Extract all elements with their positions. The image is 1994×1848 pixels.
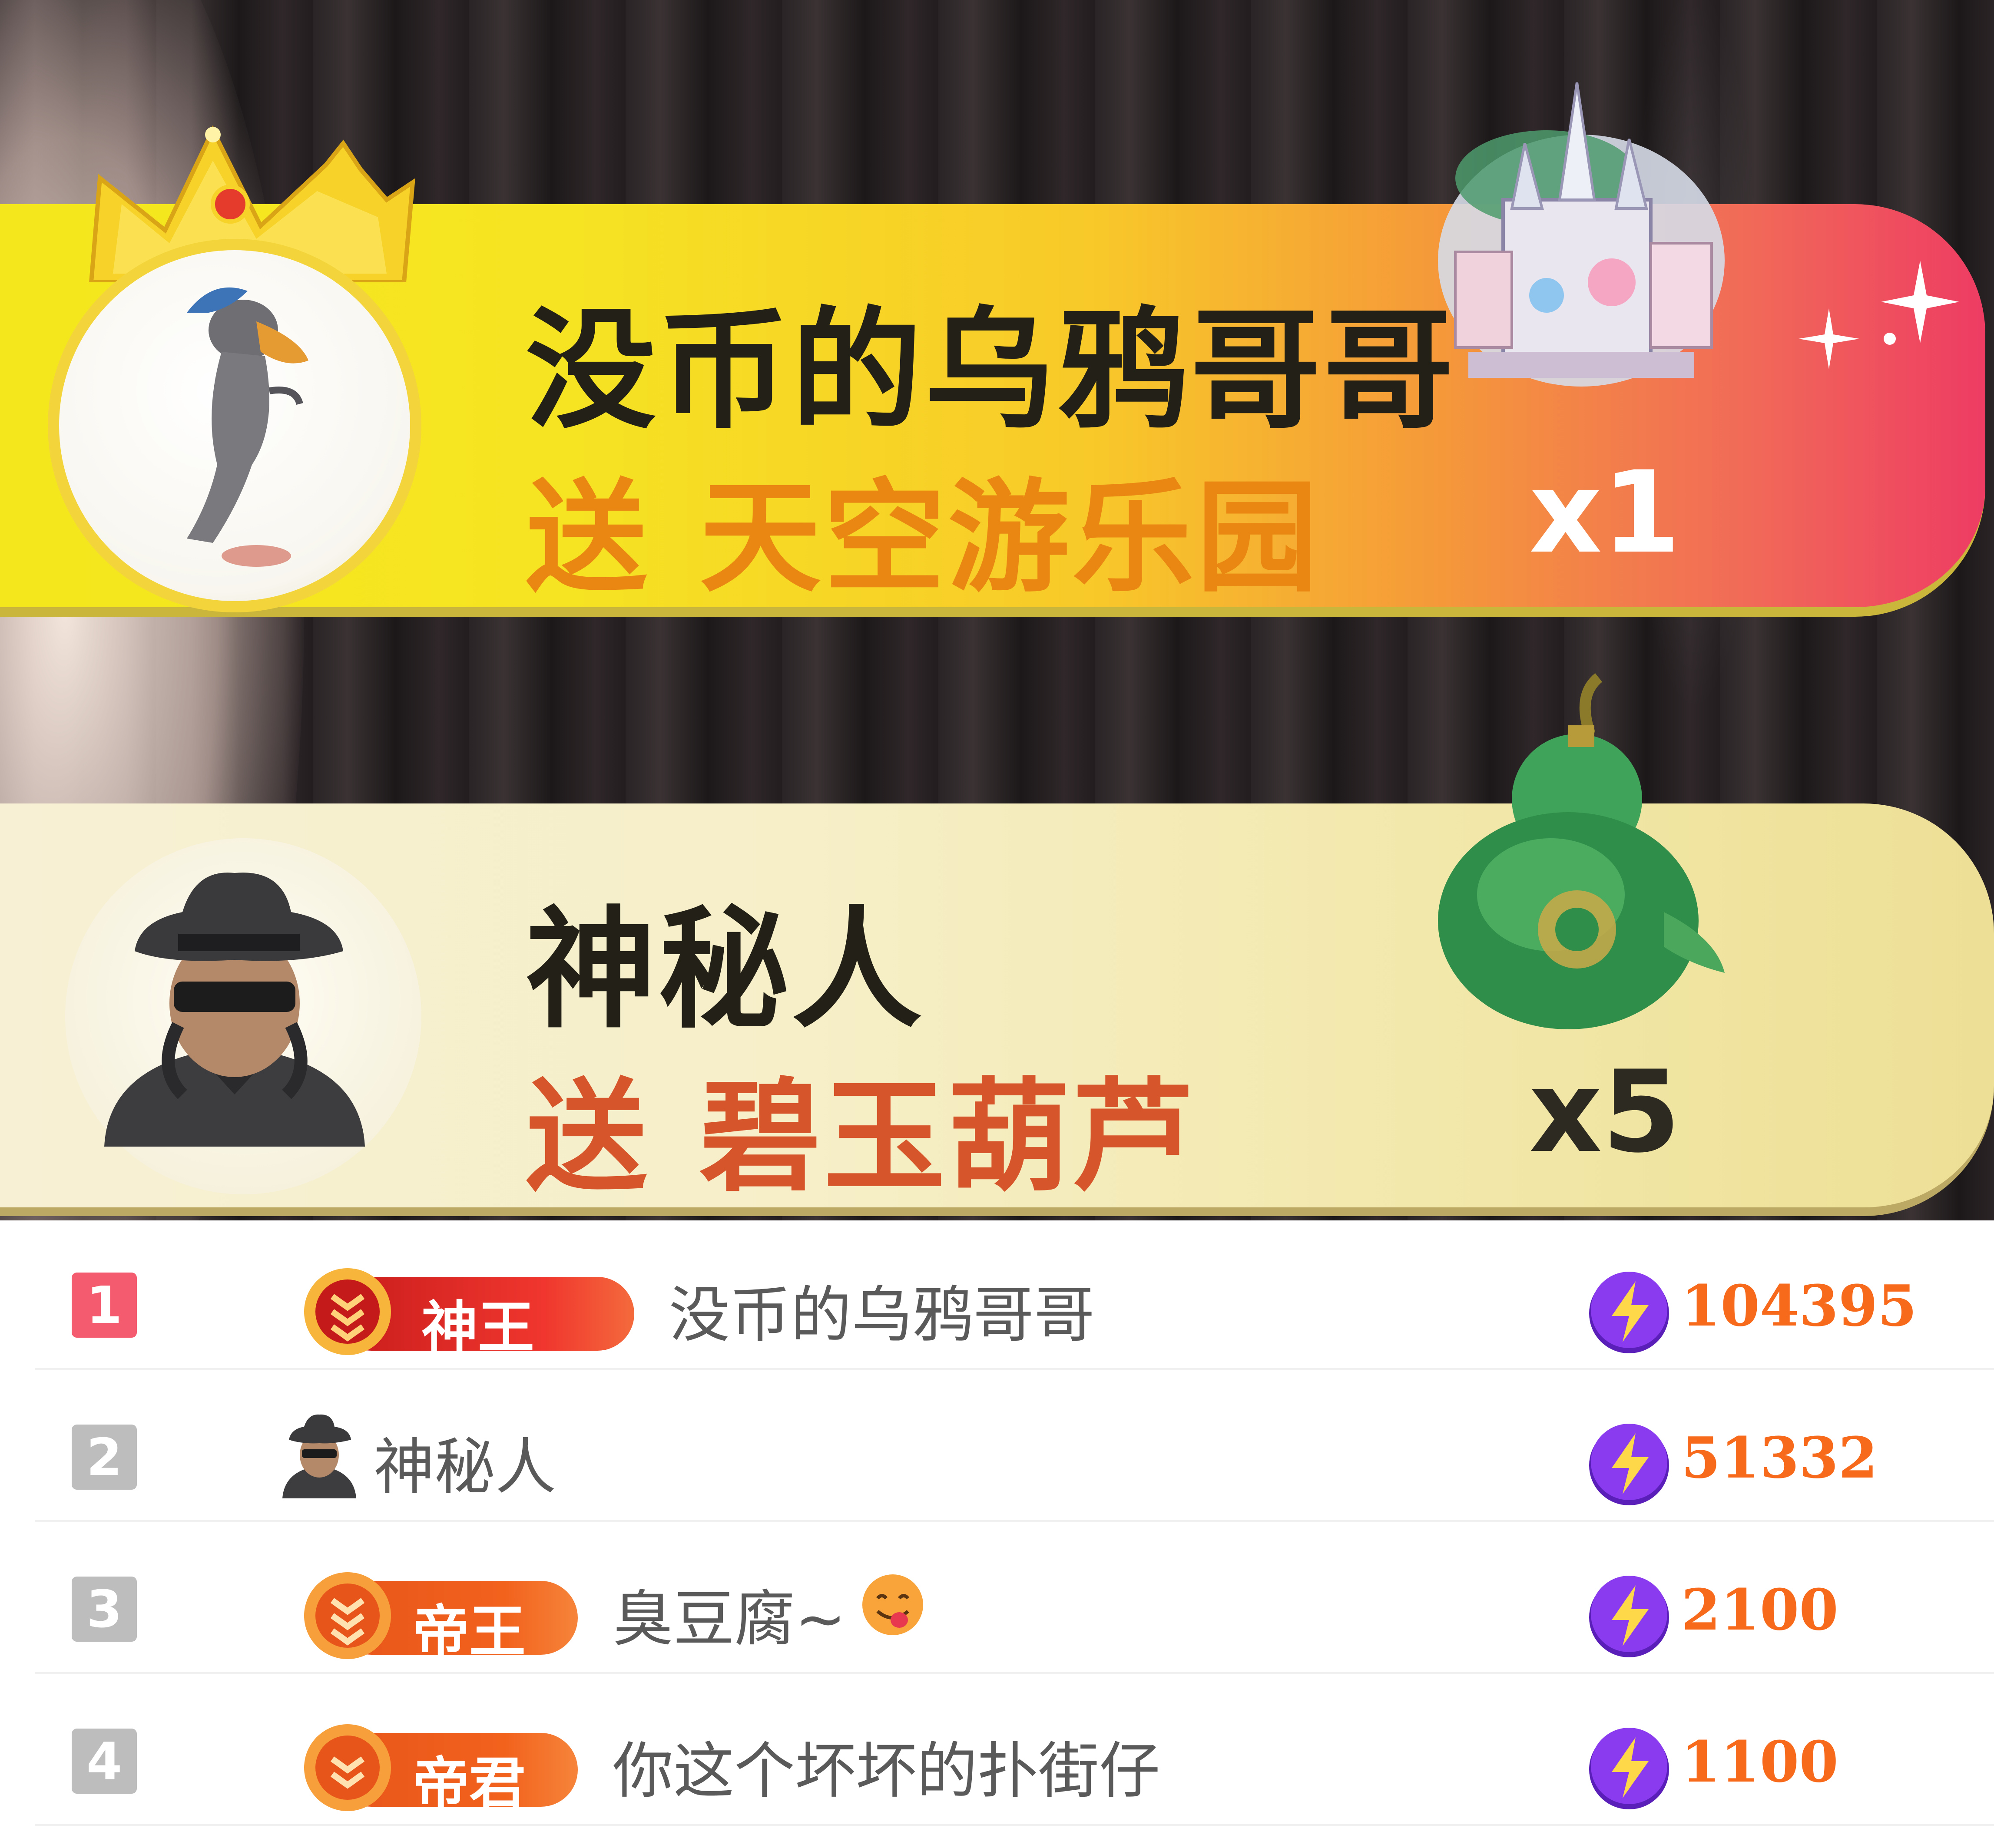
lightning-coin-icon — [1589, 1728, 1669, 1809]
gift-name: 天空游乐园 — [699, 467, 1321, 609]
rank-number: 3 — [72, 1577, 137, 1642]
sky-castle-gift-icon — [1438, 82, 1725, 387]
gift-action-label: 送 — [526, 1067, 650, 1208]
ranking-row-1[interactable]: 1 神王 没币的乌鸦哥哥 104395 — [35, 1220, 1994, 1370]
user-name: 神秘人 — [374, 1432, 556, 1503]
rank-number: 1 — [72, 1273, 137, 1338]
ranking-row-4[interactable]: 4 帝君 你这个坏坏的扑街仔 1100 — [35, 1676, 1994, 1826]
badge-label: 帝王 — [413, 1599, 526, 1665]
gift-name: 碧玉葫芦 — [699, 1067, 1196, 1208]
lightning-coin-icon — [1589, 1576, 1669, 1657]
gift-sender-name: 神秘人 — [526, 894, 924, 1046]
lightning-coin-icon — [1589, 1272, 1669, 1353]
lightning-coin-icon — [1589, 1424, 1669, 1505]
medal-icon — [304, 1268, 391, 1355]
user-level-badge: 神王 — [282, 1260, 652, 1361]
jade-gourd-gift-icon — [1438, 673, 1725, 1029]
contribution-score: 1100 — [1681, 1729, 1838, 1795]
user-name: 你这个坏坏的扑街仔 — [613, 1736, 1160, 1807]
user-level-badge: 帝王 — [282, 1564, 630, 1665]
user-name: 没币的乌鸦哥哥 — [669, 1280, 1095, 1351]
gift-notification-area: 没币的乌鸦哥哥 送 天空游乐园 x1 神秘人 送 碧玉葫芦 x5 — [0, 0, 1994, 1220]
contribution-ranking-list: 1 神王 没币的乌鸦哥哥 104395 2 神秘人 51332 3 帝王 臭豆腐… — [0, 1220, 1994, 1848]
user-name: 臭豆腐~ — [613, 1584, 846, 1655]
ranking-row-2[interactable]: 2 神秘人 51332 — [35, 1372, 1994, 1522]
user-level-badge: 帝君 — [282, 1716, 630, 1817]
badge-label: 帝君 — [413, 1751, 526, 1817]
mystery-person-avatar-icon — [104, 873, 365, 1147]
gift-count: x5 — [1529, 1047, 1681, 1178]
sparkle-icon — [1799, 261, 1959, 369]
ranking-row-3[interactable]: 3 帝王 臭豆腐~ 2100 — [35, 1524, 1994, 1674]
mystery-person-icon — [282, 1414, 356, 1498]
badge-label: 神王 — [421, 1295, 535, 1361]
contribution-score: 2100 — [1681, 1577, 1838, 1643]
rank-number: 2 — [72, 1425, 137, 1490]
live-gift-screen: 没币的乌鸦哥哥 送 天空游乐园 x1 神秘人 送 碧玉葫芦 x5 1 神王 没币… — [0, 0, 1994, 1848]
tongue-out-emoji-icon — [862, 1574, 923, 1635]
gift-sender-name: 没币的乌鸦哥哥 — [526, 295, 1456, 446]
crow-avatar-icon — [187, 287, 308, 567]
gift-action-label: 送 — [526, 467, 650, 609]
contribution-score: 51332 — [1681, 1425, 1878, 1491]
medal-icon — [304, 1572, 391, 1659]
medal-icon — [304, 1724, 391, 1811]
gift-count: x1 — [1529, 447, 1681, 579]
rank-number: 4 — [72, 1729, 137, 1794]
contribution-score: 104395 — [1681, 1273, 1917, 1339]
